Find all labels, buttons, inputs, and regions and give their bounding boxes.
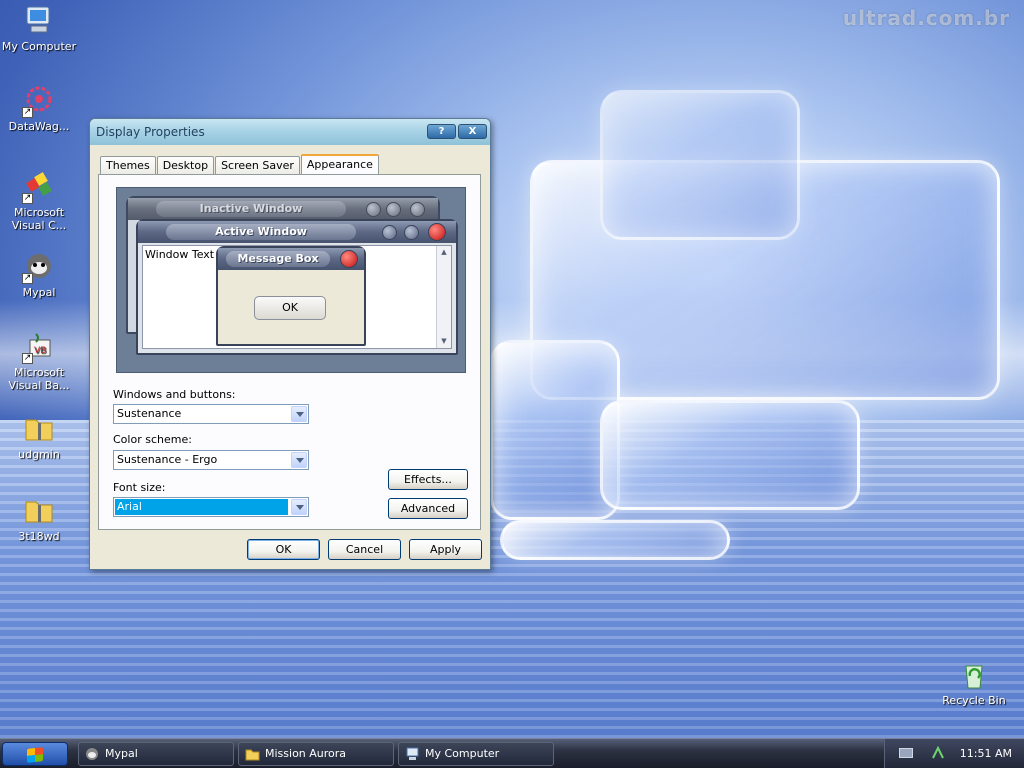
color-scheme-select[interactable]: Sustenance - Ergo <box>113 450 309 470</box>
preview-close-icon <box>340 250 358 268</box>
desktop-icon-label: Microsoft Visual Ba... <box>8 366 70 392</box>
windows-buttons-value: Sustenance <box>117 407 182 420</box>
ice-cube <box>500 520 730 560</box>
recycle-bin-icon <box>957 658 991 692</box>
preview-inactive-titlebar: Inactive Window <box>128 198 438 220</box>
desktop-icon-recycle-bin[interactable]: Recycle Bin <box>936 658 1012 707</box>
preview-message-title: Message Box <box>226 251 330 267</box>
taskbar-item-my-computer[interactable]: My Computer <box>398 742 554 766</box>
ice-cube <box>600 400 860 510</box>
desktop-icon-label: 3t18wd <box>18 530 60 543</box>
preview-ok-button: OK <box>254 296 326 320</box>
watermark: ultrad.com.br <box>842 6 1010 30</box>
preview-message-box: Message Box OK <box>216 246 366 346</box>
windows-buttons-select[interactable]: Sustenance <box>113 404 309 424</box>
computer-icon <box>405 747 420 761</box>
start-button[interactable] <box>2 742 68 766</box>
desktop-icon-visual-basic[interactable]: VB ↗ Microsoft Visual Ba... <box>1 330 77 392</box>
mypal-icon <box>85 747 100 761</box>
folder-icon <box>245 747 260 761</box>
tab-strip: Themes Desktop Screen Saver Appearance <box>100 153 380 176</box>
desktop-icon-label: Mypal <box>22 286 56 299</box>
preview-window-text: Window Text <box>145 248 215 261</box>
appearance-preview: Inactive Window Active Window Window Tex… <box>116 187 466 373</box>
taskbar-item-mypal[interactable]: Mypal <box>78 742 234 766</box>
preview-maximize-icon <box>386 202 401 217</box>
preview-active-title: Active Window <box>166 224 356 240</box>
desktop-icon-label: Microsoft Visual C... <box>11 206 67 232</box>
taskbar-item-label: Mission Aurora <box>265 747 347 760</box>
preview-minimize-icon <box>382 225 397 240</box>
tab-appearance[interactable]: Appearance <box>300 154 379 176</box>
datawag-icon: ↗ <box>22 84 56 118</box>
effects-button[interactable]: Effects... <box>388 469 468 490</box>
tab-themes[interactable]: Themes <box>100 156 156 175</box>
desktop-icon-mypal[interactable]: ↗ Mypal <box>1 250 77 299</box>
appearance-panel: Inactive Window Active Window Window Tex… <box>98 174 481 530</box>
font-size-label: Font size: <box>113 481 166 494</box>
preview-active-titlebar: Active Window <box>138 221 456 243</box>
desktop-icon-my-computer[interactable]: My Computer <box>1 4 77 53</box>
desktop-icon-datawag[interactable]: ↗ DataWag... <box>1 84 77 133</box>
network-icon[interactable] <box>931 745 945 760</box>
ok-button[interactable]: OK <box>247 539 320 560</box>
preview-close-icon <box>410 202 425 217</box>
zip-folder-icon <box>22 412 56 446</box>
chevron-down-icon[interactable] <box>291 499 307 515</box>
system-tray: 11:51 AM <box>884 739 1024 768</box>
scroll-down-icon: ▼ <box>441 337 447 345</box>
taskbar-item-label: Mypal <box>105 747 138 760</box>
font-size-value: Arial <box>115 499 288 515</box>
tab-desktop[interactable]: Desktop <box>156 156 215 175</box>
desktop-icon-3t18wd[interactable]: 3t18wd <box>1 494 77 543</box>
visual-basic-icon: VB ↗ <box>22 330 56 364</box>
preview-maximize-icon <box>404 225 419 240</box>
color-scheme-label: Color scheme: <box>113 433 192 446</box>
close-button[interactable]: X <box>458 124 487 139</box>
keyboard-icon[interactable] <box>899 748 913 758</box>
zip-folder-icon <box>22 494 56 528</box>
desktop-icon-udgmin[interactable]: udgmin <box>1 412 77 461</box>
mypal-icon: ↗ <box>22 250 56 284</box>
dialog-title: Display Properties <box>96 125 205 139</box>
preview-message-titlebar: Message Box <box>218 248 364 270</box>
color-scheme-value: Sustenance - Ergo <box>117 453 218 466</box>
cancel-button[interactable]: Cancel <box>328 539 401 560</box>
advanced-button[interactable]: Advanced <box>388 498 468 519</box>
chevron-down-icon[interactable] <box>291 406 307 422</box>
taskbar-clock[interactable]: 11:51 AM <box>960 747 1012 760</box>
shortcut-arrow-icon: ↗ <box>22 107 33 118</box>
preview-close-icon <box>428 223 446 241</box>
preview-minimize-icon <box>366 202 381 217</box>
taskbar: Mypal Mission Aurora My Computer 11:51 A… <box>0 738 1024 768</box>
font-size-select[interactable]: Arial <box>113 497 309 517</box>
chevron-down-icon[interactable] <box>291 452 307 468</box>
shortcut-arrow-icon: ↗ <box>22 193 33 204</box>
shortcut-arrow-icon: ↗ <box>22 353 33 364</box>
preview-scrollbar: ▲ ▼ <box>436 246 451 348</box>
computer-icon <box>22 4 56 38</box>
ice-cube <box>600 90 800 240</box>
desktop-icon-label: udgmin <box>18 448 60 461</box>
preview-inactive-title: Inactive Window <box>156 201 346 217</box>
desktop-icon-label: My Computer <box>1 40 77 53</box>
scroll-up-icon: ▲ <box>441 248 447 256</box>
apply-button[interactable]: Apply <box>409 539 482 560</box>
windows-buttons-label: Windows and buttons: <box>113 388 236 401</box>
desktop-icon-label: DataWag... <box>8 120 70 133</box>
svg-text:VB: VB <box>34 346 46 356</box>
dialog-titlebar[interactable]: Display Properties ? X <box>90 119 490 145</box>
desktop-icon-label: Recycle Bin <box>942 694 1006 707</box>
help-button[interactable]: ? <box>427 124 456 139</box>
taskbar-item-mission-aurora[interactable]: Mission Aurora <box>238 742 394 766</box>
windows-logo-icon <box>27 747 43 763</box>
desktop-icon-visual-c[interactable]: ↗ Microsoft Visual C... <box>1 170 77 232</box>
visual-c-icon: ↗ <box>22 170 56 204</box>
shortcut-arrow-icon: ↗ <box>22 273 33 284</box>
display-properties-dialog: Display Properties ? X Themes Desktop Sc… <box>89 118 491 570</box>
tab-screen-saver[interactable]: Screen Saver <box>215 156 300 175</box>
taskbar-item-label: My Computer <box>425 747 500 760</box>
